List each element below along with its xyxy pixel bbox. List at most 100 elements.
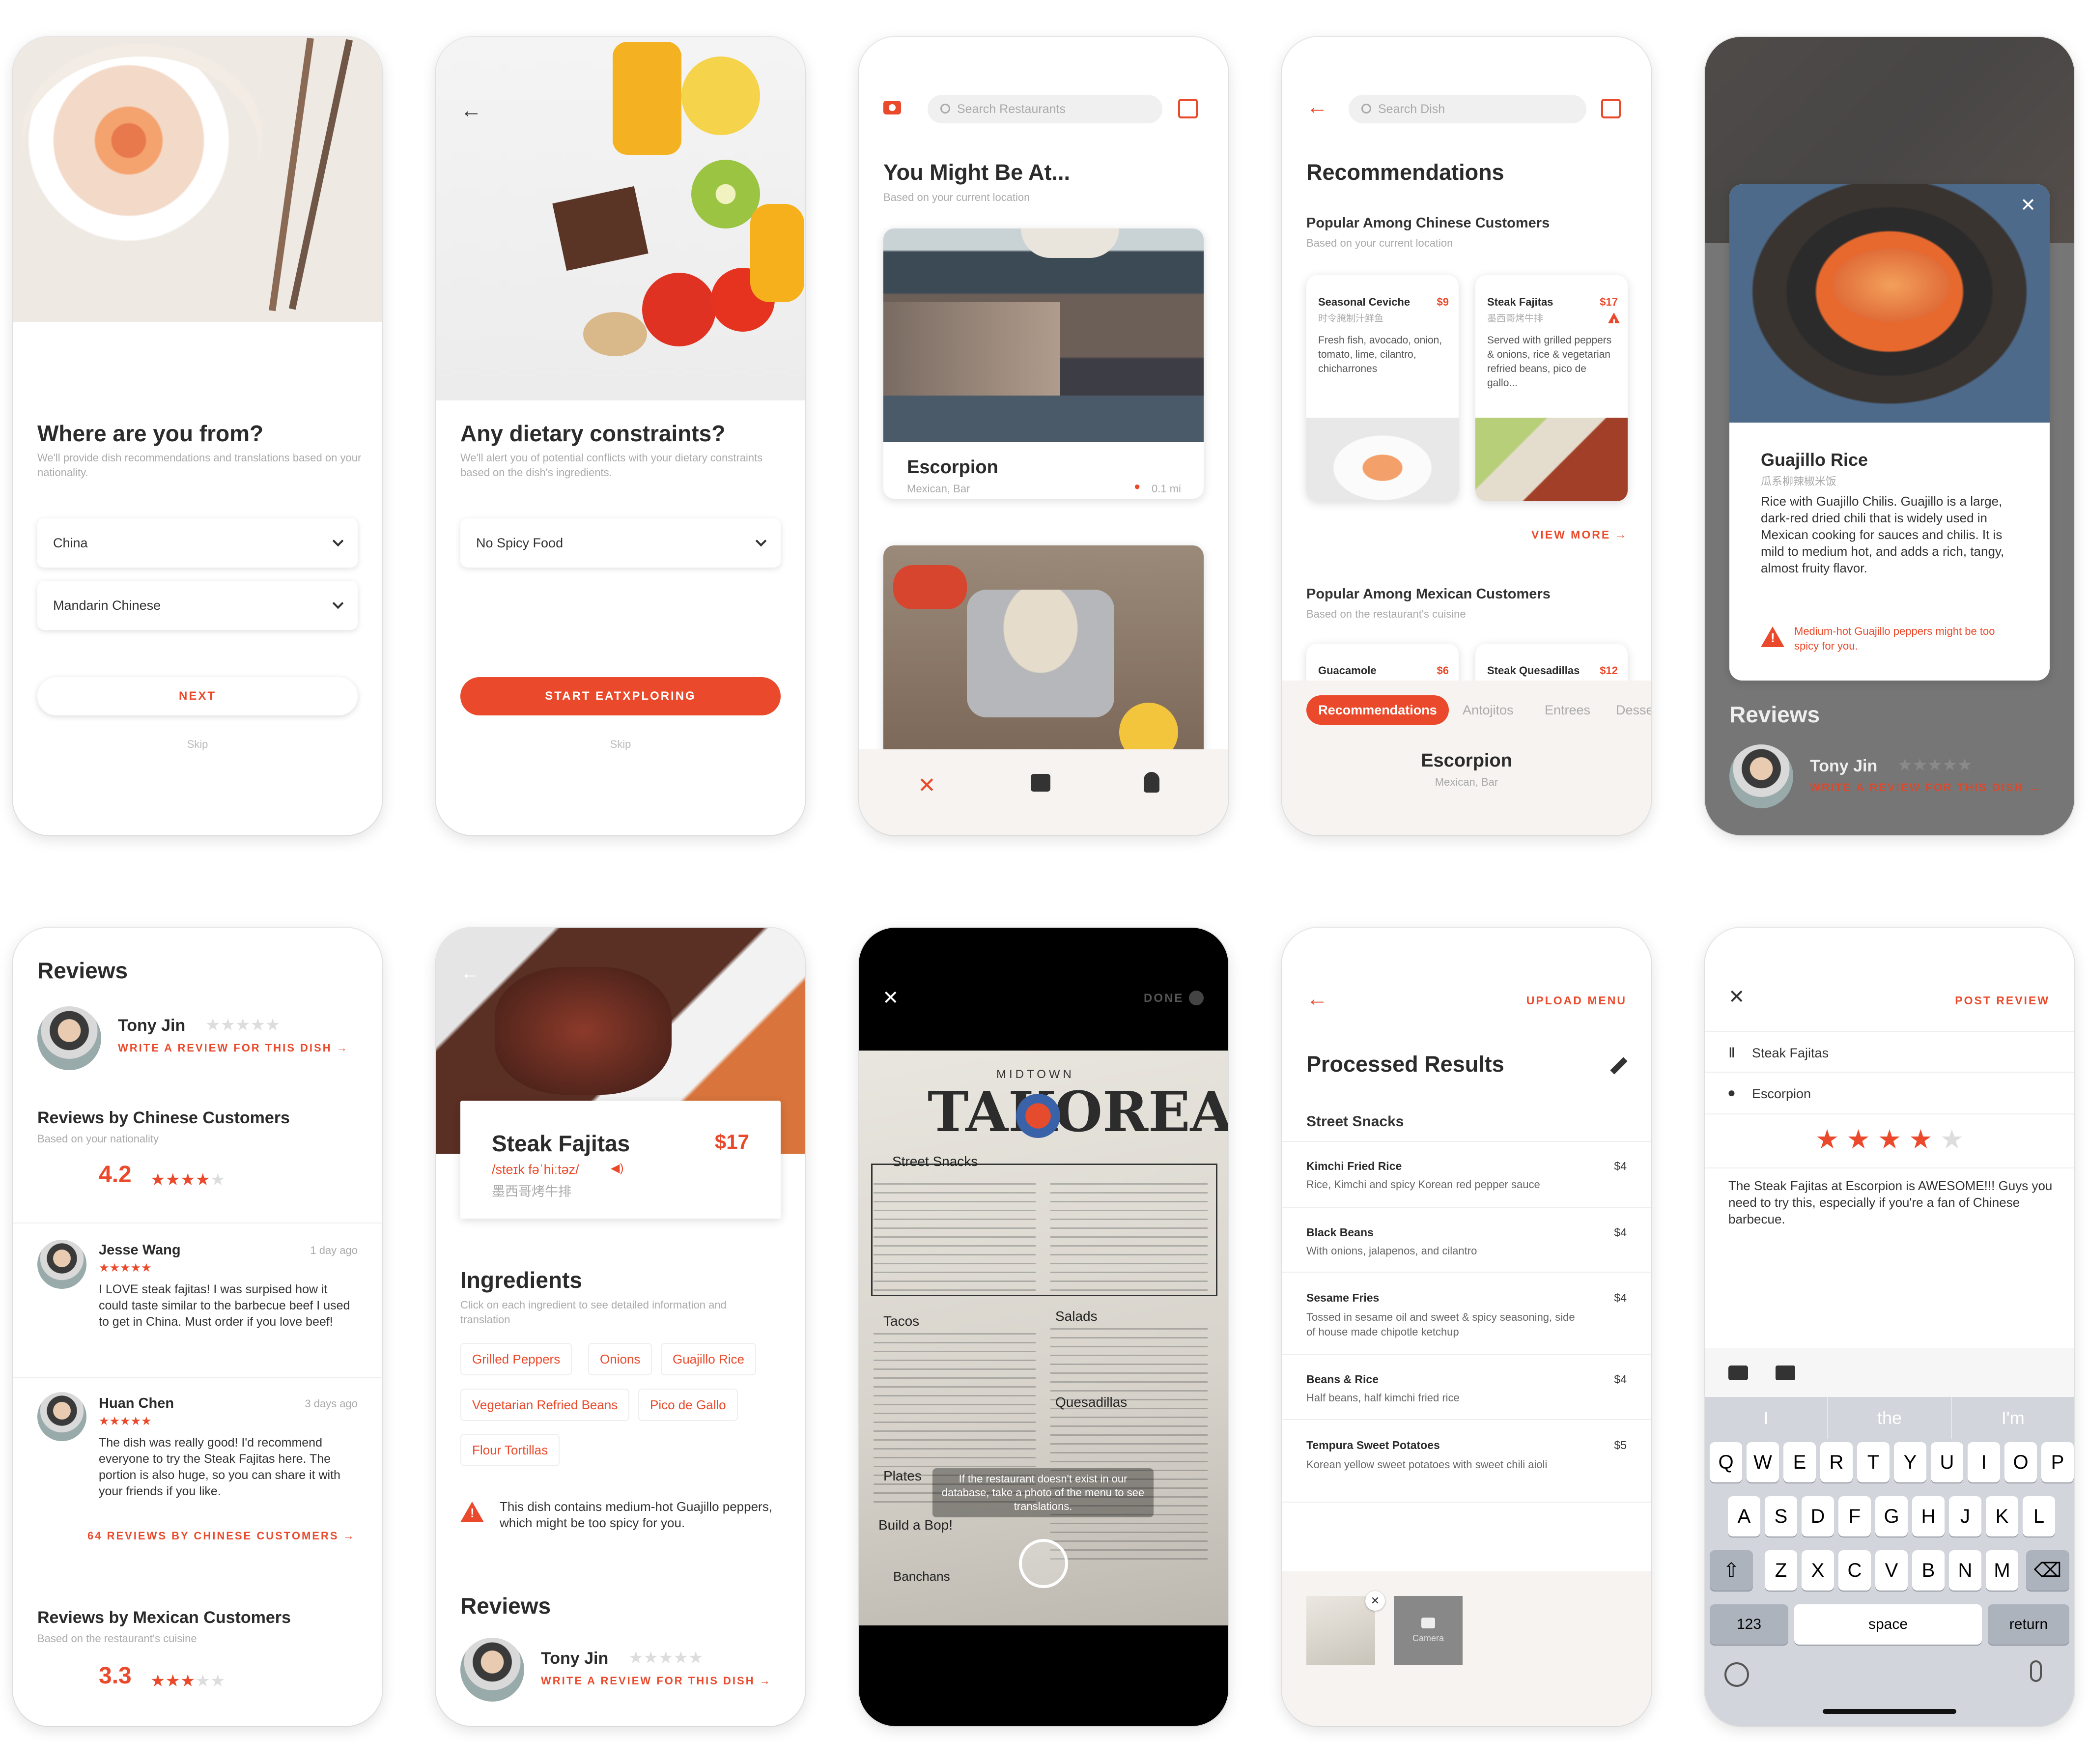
dish-search-input[interactable]: Search Dish: [1349, 95, 1586, 123]
key-y[interactable]: Y: [1894, 1442, 1926, 1482]
key-h[interactable]: H: [1912, 1496, 1945, 1536]
average-score: 3.3: [99, 1663, 132, 1689]
language-select[interactable]: Mandarin Chinese: [37, 581, 358, 630]
back-arrow-icon[interactable]: ←: [1306, 95, 1328, 119]
empty-rating-stars[interactable]: ★★★★★: [1897, 755, 1972, 775]
restaurant-card[interactable]: Escorpion Mexican, Bar ● 0.1 mi: [883, 228, 1204, 499]
done-button[interactable]: DONE: [1144, 992, 1184, 1005]
back-arrow-icon[interactable]: ←: [460, 98, 482, 123]
back-arrow-icon[interactable]: ←: [460, 962, 480, 984]
empty-rating-stars[interactable]: ★★★★★: [628, 1648, 703, 1668]
camera-icon[interactable]: [883, 101, 901, 114]
profile-icon[interactable]: [1144, 772, 1159, 793]
key-m[interactable]: M: [1986, 1550, 2018, 1591]
restaurant-card-2[interactable]: [883, 545, 1204, 767]
edit-icon[interactable]: [1178, 99, 1198, 118]
reviewer-name: Huan Chen: [99, 1395, 174, 1411]
ingredient-tag[interactable]: Onions: [588, 1343, 652, 1375]
key-v[interactable]: V: [1875, 1550, 1908, 1591]
key-c[interactable]: C: [1838, 1550, 1871, 1591]
tab-entrees[interactable]: Entrees: [1545, 703, 1590, 718]
start-button[interactable]: START EATXPLORING: [460, 677, 781, 715]
rating-input-stars[interactable]: ★ ★ ★ ★ ★: [1705, 1124, 2074, 1155]
space-key[interactable]: space: [1794, 1604, 1982, 1645]
tab-antojitos[interactable]: Antojitos: [1463, 703, 1514, 718]
ingredient-tag[interactable]: Guajillo Rice: [661, 1343, 756, 1375]
menu-item-price: $4: [1614, 1373, 1627, 1386]
key-k[interactable]: K: [1986, 1496, 2018, 1536]
edit-icon[interactable]: [1601, 99, 1621, 118]
country-select[interactable]: China: [37, 518, 358, 568]
empty-rating-stars[interactable]: ★★★★★: [205, 1015, 280, 1035]
key-l[interactable]: L: [2023, 1496, 2055, 1536]
tab-desserts[interactable]: Desse: [1616, 703, 1651, 718]
reviews-icon[interactable]: [1031, 774, 1050, 792]
key-p[interactable]: P: [2041, 1442, 2074, 1482]
divider: [1282, 1272, 1651, 1273]
key-o[interactable]: O: [2004, 1442, 2037, 1482]
key-b[interactable]: B: [1912, 1550, 1945, 1591]
ingredient-tag[interactable]: Vegetarian Refried Beans: [460, 1389, 630, 1421]
camera-button[interactable]: Camera: [1394, 1596, 1463, 1665]
utensils-icon[interactable]: ✕: [918, 773, 936, 798]
close-icon[interactable]: ✕: [2020, 194, 2036, 216]
key-i[interactable]: I: [1968, 1442, 2000, 1482]
suggestion[interactable]: I'm: [1952, 1397, 2074, 1439]
backspace-key[interactable]: ⌫: [2026, 1550, 2069, 1591]
key-w[interactable]: W: [1747, 1442, 1779, 1482]
key-j[interactable]: J: [1949, 1496, 1981, 1536]
remove-thumbnail-icon[interactable]: ✕: [1365, 1591, 1385, 1611]
key-r[interactable]: R: [1820, 1442, 1853, 1482]
review-text-input[interactable]: The Steak Fajitas at Escorpion is AWESOM…: [1728, 1177, 2053, 1227]
key-u[interactable]: U: [1931, 1442, 1963, 1482]
key-q[interactable]: Q: [1710, 1442, 1742, 1482]
dish-card[interactable]: Seasonal Ceviche $9 时令腌制汁鲜鱼 Fresh fish, …: [1306, 275, 1459, 501]
close-icon[interactable]: ✕: [882, 987, 899, 1009]
speaker-icon[interactable]: ◀): [611, 1161, 623, 1175]
skip-link[interactable]: Skip: [436, 738, 805, 751]
suggestion[interactable]: I: [1705, 1397, 1827, 1439]
skip-link[interactable]: Skip: [13, 738, 382, 751]
emoji-icon[interactable]: [1724, 1662, 1749, 1687]
camera-icon[interactable]: [1728, 1366, 1748, 1380]
return-key[interactable]: return: [1988, 1604, 2069, 1645]
numbers-key[interactable]: 123: [1710, 1604, 1788, 1645]
key-t[interactable]: T: [1857, 1442, 1890, 1482]
edit-icon[interactable]: [1610, 1057, 1628, 1075]
ingredient-tag[interactable]: Grilled Peppers: [460, 1343, 572, 1375]
write-review-link[interactable]: WRITE A REVIEW FOR THIS DISH →: [541, 1675, 772, 1687]
key-n[interactable]: N: [1949, 1550, 1981, 1591]
key-d[interactable]: D: [1802, 1496, 1834, 1536]
dish-card[interactable]: Steak Fajitas $17 墨西哥烤牛排 Served with gri…: [1475, 275, 1628, 501]
key-a[interactable]: A: [1728, 1496, 1760, 1536]
key-e[interactable]: E: [1783, 1442, 1816, 1482]
suggestion[interactable]: the: [1827, 1397, 1952, 1439]
write-review-link[interactable]: WRITE A REVIEW FOR THIS DISH →: [118, 1042, 349, 1054]
microphone-icon[interactable]: [2030, 1660, 2042, 1682]
more-reviews-link[interactable]: 64 REVIEWS BY CHINESE CUSTOMERS →: [87, 1530, 356, 1542]
menu-thumbnail[interactable]: [1306, 1596, 1375, 1665]
upload-menu-button[interactable]: UPLOAD MENU: [1526, 994, 1627, 1007]
close-icon[interactable]: ✕: [1728, 986, 1745, 1008]
view-more-link[interactable]: VIEW MORE →: [1531, 528, 1628, 541]
write-review-link[interactable]: WRITE A REVIEW FOR THIS DISH →: [1810, 781, 2041, 794]
keyboard: I the I'm QWERTYUIOPASDFGHJKLZXCVBNM ⇧ ⌫…: [1705, 1348, 2074, 1726]
menu-section: Tacos: [883, 1313, 920, 1329]
key-g[interactable]: G: [1875, 1496, 1908, 1536]
key-s[interactable]: S: [1765, 1496, 1797, 1536]
ingredient-tag[interactable]: Flour Tortillas: [460, 1434, 560, 1466]
ingredient-tag[interactable]: Pico de Gallo: [638, 1389, 738, 1421]
dietary-select[interactable]: No Spicy Food: [460, 518, 781, 568]
shift-key[interactable]: ⇧: [1710, 1550, 1753, 1591]
image-icon[interactable]: [1776, 1366, 1795, 1380]
shutter-button[interactable]: [1019, 1539, 1068, 1588]
key-z[interactable]: Z: [1765, 1550, 1797, 1591]
key-f[interactable]: F: [1838, 1496, 1871, 1536]
key-x[interactable]: X: [1802, 1550, 1834, 1591]
tab-recommendations[interactable]: Recommendations: [1306, 695, 1449, 725]
search-input[interactable]: Search Restaurants: [928, 95, 1162, 123]
back-arrow-icon[interactable]: ←: [1306, 987, 1328, 1011]
post-review-button[interactable]: POST REVIEW: [1955, 994, 2050, 1007]
screen-post-review: ✕ POST REVIEW Ⅱ Steak Fajitas ● Escorpio…: [1705, 928, 2074, 1726]
next-button[interactable]: NEXT: [37, 677, 358, 715]
